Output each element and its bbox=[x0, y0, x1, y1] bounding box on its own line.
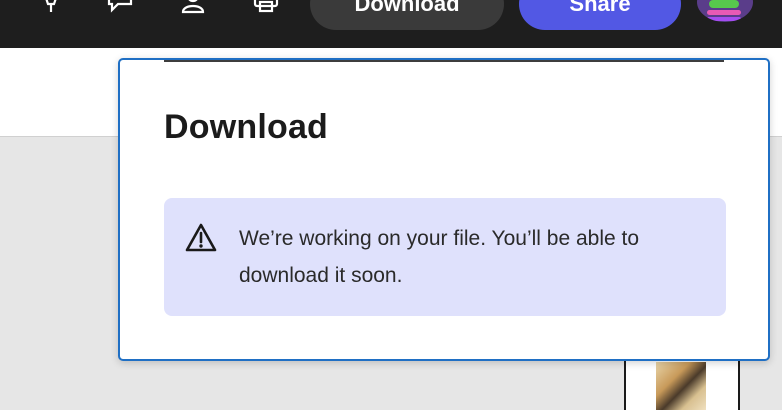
info-alert: We’re working on your file. You’ll be ab… bbox=[164, 198, 726, 316]
alert-message: We’re working on your file. You’ll be ab… bbox=[239, 227, 640, 287]
download-dialog: Download We’re working on your file. You… bbox=[118, 58, 770, 361]
download-button[interactable]: Download bbox=[310, 0, 504, 30]
print-icon[interactable] bbox=[244, 0, 284, 14]
share-button[interactable]: Share bbox=[519, 0, 681, 30]
dialog-title: Download bbox=[164, 108, 329, 146]
top-toolbar: Download Share bbox=[0, 0, 782, 48]
pen-icon[interactable] bbox=[30, 0, 70, 14]
dialog-divider bbox=[164, 60, 724, 62]
page-thumbnail[interactable] bbox=[656, 362, 706, 410]
user-icon[interactable] bbox=[172, 0, 212, 14]
warning-icon bbox=[184, 222, 218, 254]
comment-icon[interactable] bbox=[98, 0, 138, 14]
avatar[interactable] bbox=[697, 0, 753, 22]
